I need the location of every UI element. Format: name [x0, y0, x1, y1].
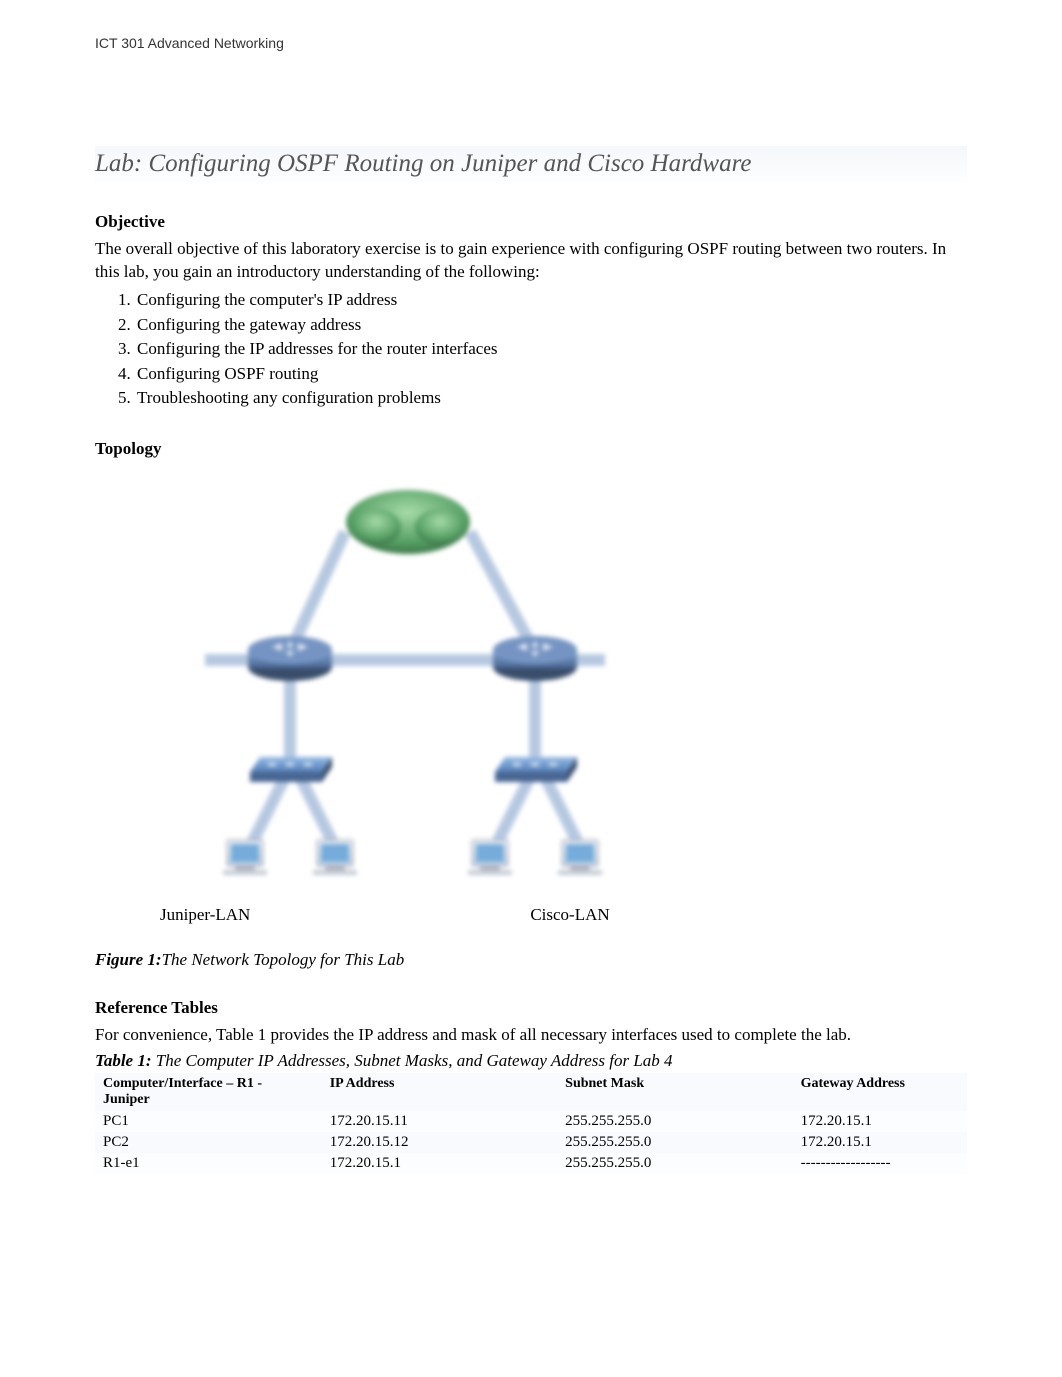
- objective-intro: The overall objective of this laboratory…: [95, 238, 967, 284]
- table-header-computer: Computer/Interface – R1 -Juniper: [95, 1073, 322, 1111]
- table-caption-text: The Computer IP Addresses, Subnet Masks,…: [152, 1051, 673, 1070]
- table-row: PC1 172.20.15.11 255.255.255.0 172.20.15…: [95, 1111, 967, 1132]
- topology-heading: Topology: [95, 439, 967, 459]
- objective-heading: Objective: [95, 212, 967, 232]
- table-row: R1-e1 172.20.15.1 255.255.255.0 --------…: [95, 1153, 967, 1174]
- topology-diagram: [165, 477, 967, 897]
- table-cell: R1-e1: [95, 1153, 322, 1174]
- list-item: Configuring OSPF routing: [135, 362, 967, 387]
- list-item: Configuring the gateway address: [135, 313, 967, 338]
- lab-title: Lab: Configuring OSPF Routing on Juniper…: [95, 146, 967, 182]
- table-cell: 172.20.15.1: [322, 1153, 557, 1174]
- table-cell: 172.20.15.12: [322, 1132, 557, 1153]
- table-header-mask: Subnet Mask: [557, 1073, 792, 1111]
- page-header: ICT 301 Advanced Networking: [95, 35, 967, 51]
- figure-caption-text: The Network Topology for This Lab: [162, 950, 405, 969]
- list-item: Configuring the IP addresses for the rou…: [135, 337, 967, 362]
- objective-intro-a: The overall objective of this laboratory…: [95, 239, 425, 258]
- ip-address-table: Computer/Interface – R1 -Juniper IP Addr…: [95, 1073, 967, 1174]
- table-header-ip: IP Address: [322, 1073, 557, 1111]
- network-diagram-icon: [165, 477, 705, 897]
- table-caption-label: Table 1:: [95, 1051, 152, 1070]
- figure-caption: Figure 1:The Network Topology for This L…: [95, 950, 967, 970]
- table-cell: 255.255.255.0: [557, 1153, 792, 1174]
- table-cell: 172.20.15.11: [322, 1111, 557, 1132]
- table-cell: PC2: [95, 1132, 322, 1153]
- table-header-gateway: Gateway Address: [793, 1073, 967, 1111]
- figure-caption-label: Figure 1:: [95, 950, 162, 969]
- table-cell: 255.255.255.0: [557, 1111, 792, 1132]
- topology-labels: Juniper-LAN Cisco-LAN: [160, 905, 967, 925]
- objectives-list: Configuring the computer's IP address Co…: [115, 288, 967, 411]
- reference-heading: Reference Tables: [95, 998, 967, 1018]
- table-header-row: Computer/Interface – R1 -Juniper IP Addr…: [95, 1073, 967, 1111]
- table-cell: 255.255.255.0: [557, 1132, 792, 1153]
- table-caption: Table 1: The Computer IP Addresses, Subn…: [95, 1051, 967, 1071]
- table-cell: PC1: [95, 1111, 322, 1132]
- table-row: PC2 172.20.15.12 255.255.255.0 172.20.15…: [95, 1132, 967, 1153]
- list-item: Troubleshooting any configuration proble…: [135, 386, 967, 411]
- reference-intro: For convenience, Table 1 provides the IP…: [95, 1024, 967, 1047]
- topology-label-juniper: Juniper-LAN: [160, 905, 250, 925]
- list-item: Configuring the computer's IP address: [135, 288, 967, 313]
- table-cell: 172.20.15.1: [793, 1111, 967, 1132]
- topology-label-cisco: Cisco-LAN: [530, 905, 609, 925]
- table-cell: ------------------: [793, 1153, 967, 1174]
- table-cell: 172.20.15.1: [793, 1132, 967, 1153]
